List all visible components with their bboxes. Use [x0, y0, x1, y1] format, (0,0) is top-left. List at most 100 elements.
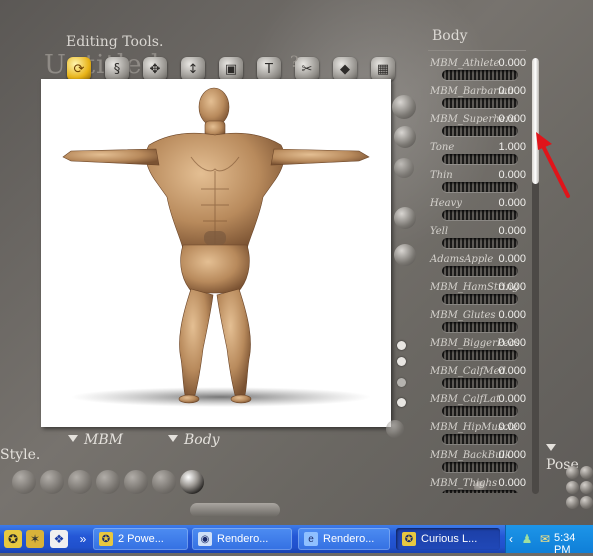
color-tool-icon[interactable]: ◆: [333, 57, 357, 81]
parameter-dial-wheel[interactable]: [442, 322, 518, 332]
memory-dot-2[interactable]: [397, 357, 406, 366]
translate-in-out-tool-icon[interactable]: ↕: [181, 57, 205, 81]
light-sphere-icon[interactable]: [394, 244, 416, 266]
style-flat-shaded-button[interactable]: [152, 470, 176, 494]
translate-tool-icon[interactable]: ✥: [143, 57, 167, 81]
parameter-value[interactable]: 0.000: [498, 253, 526, 265]
pose-button[interactable]: [580, 481, 593, 494]
mail-tray-icon[interactable]: ✉: [536, 530, 554, 548]
taskbar-button[interactable]: ◉ Rendero...: [192, 528, 292, 550]
parameter-value[interactable]: 0.000: [498, 309, 526, 321]
figure-menu[interactable]: MBM: [68, 432, 123, 448]
body-part-menu[interactable]: Body: [168, 432, 220, 448]
parameter-value[interactable]: 0.000: [498, 225, 526, 237]
parameter-dial[interactable]: MBM_Superhero 0.000: [428, 112, 528, 140]
pose-button[interactable]: [580, 496, 593, 509]
style-texture-shaded-button[interactable]: [180, 470, 204, 494]
windows-taskbar: ✪ ✶ ❖ » ✪ 2 Powe... ◉ Rendero... e Rendero...…: [0, 525, 593, 556]
parameter-dial[interactable]: Yell 0.000: [428, 224, 528, 252]
network-tray-icon[interactable]: ♟: [518, 530, 536, 548]
parameter-value[interactable]: 0.000: [498, 449, 526, 461]
parameter-value[interactable]: 0.000: [498, 393, 526, 405]
parameter-value[interactable]: 0.000: [498, 281, 526, 293]
light-preset-icon[interactable]: [394, 207, 416, 229]
parameter-value[interactable]: 0.000: [498, 113, 526, 125]
taskbar-clock[interactable]: 5:34 PM: [554, 532, 593, 556]
document-viewport[interactable]: [41, 79, 391, 427]
parameter-dial-wheel[interactable]: [442, 70, 518, 80]
parameter-dial-wheel[interactable]: [442, 378, 518, 388]
style-outline-button[interactable]: [40, 470, 64, 494]
pose-button[interactable]: [566, 481, 579, 494]
parameter-value[interactable]: 0.000: [498, 365, 526, 377]
parameter-value[interactable]: 0.000: [498, 169, 526, 181]
app-quicklaunch-icon[interactable]: ❖: [50, 530, 68, 548]
rotate-tool-icon[interactable]: ⟳: [67, 57, 91, 81]
parameter-dial-wheel[interactable]: [442, 238, 518, 248]
camera-dial-icon[interactable]: [392, 95, 416, 119]
extra-quicklaunch-icon[interactable]: »: [74, 530, 92, 548]
figure-quicklaunch-icon[interactable]: ✶: [26, 530, 44, 548]
pose-button[interactable]: [566, 496, 579, 509]
parameter-dial[interactable]: MBM_Barbarian 0.000: [428, 84, 528, 112]
poser-quicklaunch-icon[interactable]: ✪: [4, 530, 22, 548]
parameter-dial-wheel[interactable]: [442, 266, 518, 276]
parameter-value[interactable]: 0.000: [498, 197, 526, 209]
taper-tool-icon[interactable]: T: [257, 57, 281, 81]
parameter-dial-wheel[interactable]: [442, 182, 518, 192]
parameter-dial-wheel[interactable]: [442, 434, 518, 444]
style-silhouette-button[interactable]: [12, 470, 36, 494]
parameter-dial-wheel[interactable]: [442, 406, 518, 416]
parameter-dial[interactable]: AdamsApple 0.000: [428, 252, 528, 280]
parameter-dial-wheel[interactable]: [442, 350, 518, 360]
parameter-dial[interactable]: MBM_HamString 0.000: [428, 280, 528, 308]
parameter-dial[interactable]: Thin 0.000: [428, 168, 528, 196]
animation-controls-handle[interactable]: [190, 503, 280, 517]
parameter-dial-wheel[interactable]: [442, 462, 518, 472]
chain-break-tool-icon[interactable]: ✂: [295, 57, 319, 81]
memory-dot-1[interactable]: [397, 341, 406, 350]
parameter-dial[interactable]: MBM_HipMuscle 0.000: [428, 420, 528, 448]
memory-dot-3[interactable]: [397, 378, 406, 387]
parameter-dial-wheel[interactable]: [442, 126, 518, 136]
pose-button[interactable]: [580, 466, 593, 479]
parameter-dial[interactable]: Tone 1.000: [428, 140, 528, 168]
scale-tool-icon[interactable]: ▣: [219, 57, 243, 81]
parameter-dial-wheel[interactable]: [442, 98, 518, 108]
parameter-dial[interactable]: MBM_CalfLat 0.000: [428, 392, 528, 420]
parameter-dial[interactable]: MBM_Glutes 0.000: [428, 308, 528, 336]
parameter-dial[interactable]: Heavy 0.000: [428, 196, 528, 224]
parameter-value[interactable]: 0.000: [498, 85, 526, 97]
poser-icon: ✪: [99, 532, 113, 546]
parameter-dial-wheel[interactable]: [442, 294, 518, 304]
parameter-value[interactable]: 1.000: [498, 141, 526, 153]
parameter-dial[interactable]: MBM_BackBulk 0.000: [428, 448, 528, 476]
parameter-dial[interactable]: MBM_BiggerPecs 0.000: [428, 336, 528, 364]
parameter-value[interactable]: 0.000: [498, 57, 526, 69]
grouping-tool-icon[interactable]: ▦: [371, 57, 395, 81]
style-wireframe-button[interactable]: [68, 470, 92, 494]
parameter-value[interactable]: 0.000: [498, 421, 526, 433]
parameter-dial[interactable]: MBM_Thighs 0.000: [428, 476, 528, 493]
parameter-dial[interactable]: MBM_CalfMed 0.000: [428, 364, 528, 392]
document-resize-icon[interactable]: [386, 420, 404, 438]
parameter-dial-wheel[interactable]: [442, 210, 518, 220]
parameter-value[interactable]: 0.000: [498, 477, 526, 489]
light-control-icon[interactable]: [394, 158, 414, 178]
poser-icon: ✪: [402, 532, 416, 546]
parameter-dial[interactable]: MBM_Athlete 0.000: [428, 56, 528, 84]
parameter-value[interactable]: 0.000: [498, 337, 526, 349]
taskbar-button[interactable]: ✪ Curious L...: [396, 528, 500, 550]
taskbar-button[interactable]: ✪ 2 Powe...: [93, 528, 188, 550]
trackball-icon[interactable]: [394, 126, 416, 148]
style-lit-wireframe-button[interactable]: [124, 470, 148, 494]
memory-dot-4[interactable]: [397, 398, 406, 407]
help-icon[interactable]: ?: [290, 52, 299, 71]
parameter-dial-wheel[interactable]: [442, 490, 518, 493]
pose-button[interactable]: [566, 466, 579, 479]
twist-tool-icon[interactable]: §: [105, 57, 129, 81]
style-hidden-line-button[interactable]: [96, 470, 120, 494]
parameter-dial-wheel[interactable]: [442, 154, 518, 164]
taskbar-button[interactable]: e Rendero...: [298, 528, 390, 550]
style-title: Style.: [0, 447, 41, 463]
